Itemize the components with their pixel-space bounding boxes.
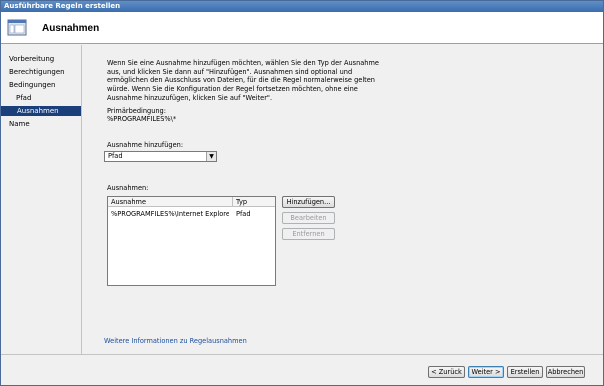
- step-pfad[interactable]: Pfad: [16, 93, 31, 103]
- column-divider[interactable]: [232, 197, 233, 207]
- main-content: Wenn Sie eine Ausnahme hinzufügen möchte…: [83, 45, 603, 354]
- step-vorbereitung[interactable]: Vorbereitung: [9, 54, 54, 64]
- step-bedingungen[interactable]: Bedingungen: [9, 80, 55, 90]
- create-button[interactable]: Erstellen: [507, 366, 543, 378]
- title-bar[interactable]: Ausführbare Regeln erstellen: [1, 1, 603, 12]
- column-header-type[interactable]: Typ: [236, 197, 247, 207]
- exception-cell: %PROGRAMFILES%\Internet Explorer\...: [111, 210, 229, 218]
- step-name[interactable]: Name: [9, 119, 30, 129]
- cancel-button[interactable]: Abbrechen: [546, 366, 585, 378]
- exception-type-select[interactable]: Pfad ▼: [104, 151, 217, 162]
- page-title: Ausnahmen: [42, 23, 100, 34]
- edit-button[interactable]: Bearbeiten: [282, 212, 335, 224]
- wizard-header: Ausnahmen: [1, 12, 603, 44]
- wizard-window: Ausführbare Regeln erstellen Ausnahmen V…: [0, 0, 604, 386]
- next-button[interactable]: Weiter >: [468, 366, 504, 378]
- table-row[interactable]: %PROGRAMFILES%\Internet Explorer\... Pfa…: [108, 209, 275, 219]
- wizard-footer: < Zurück Weiter > Erstellen Abbrechen: [1, 354, 603, 385]
- type-cell: Pfad: [236, 210, 251, 218]
- add-button[interactable]: Hinzufügen...: [282, 196, 335, 208]
- step-ausnahmen[interactable]: Ausnahmen: [1, 106, 81, 116]
- primary-condition-label: Primärbedingung:: [107, 107, 166, 115]
- exception-type-value: Pfad: [108, 152, 123, 160]
- description-text: Wenn Sie eine Ausnahme hinzufügen möchte…: [107, 59, 379, 102]
- window-title: Ausführbare Regeln erstellen: [4, 2, 121, 10]
- add-exception-label: Ausnahme hinzufügen:: [107, 141, 184, 149]
- more-info-link[interactable]: Weitere Informationen zu Regelausnahmen: [104, 337, 247, 345]
- back-button[interactable]: < Zurück: [428, 366, 465, 378]
- column-header-exception[interactable]: Ausnahme: [111, 197, 146, 207]
- step-berechtigungen[interactable]: Berechtigungen: [9, 67, 65, 77]
- exceptions-label: Ausnahmen:: [107, 184, 149, 192]
- wizard-steps-sidebar: Vorbereitung Berechtigungen Bedingungen …: [1, 45, 82, 354]
- primary-condition-value: %PROGRAMFILES%\*: [107, 115, 177, 123]
- chevron-down-icon[interactable]: ▼: [206, 152, 216, 161]
- remove-button[interactable]: Entfernen: [282, 228, 335, 240]
- exceptions-list[interactable]: Ausnahme Typ %PROGRAMFILES%\Internet Exp…: [107, 196, 276, 286]
- list-header: Ausnahme Typ: [108, 197, 275, 207]
- rules-window-icon: [7, 19, 27, 36]
